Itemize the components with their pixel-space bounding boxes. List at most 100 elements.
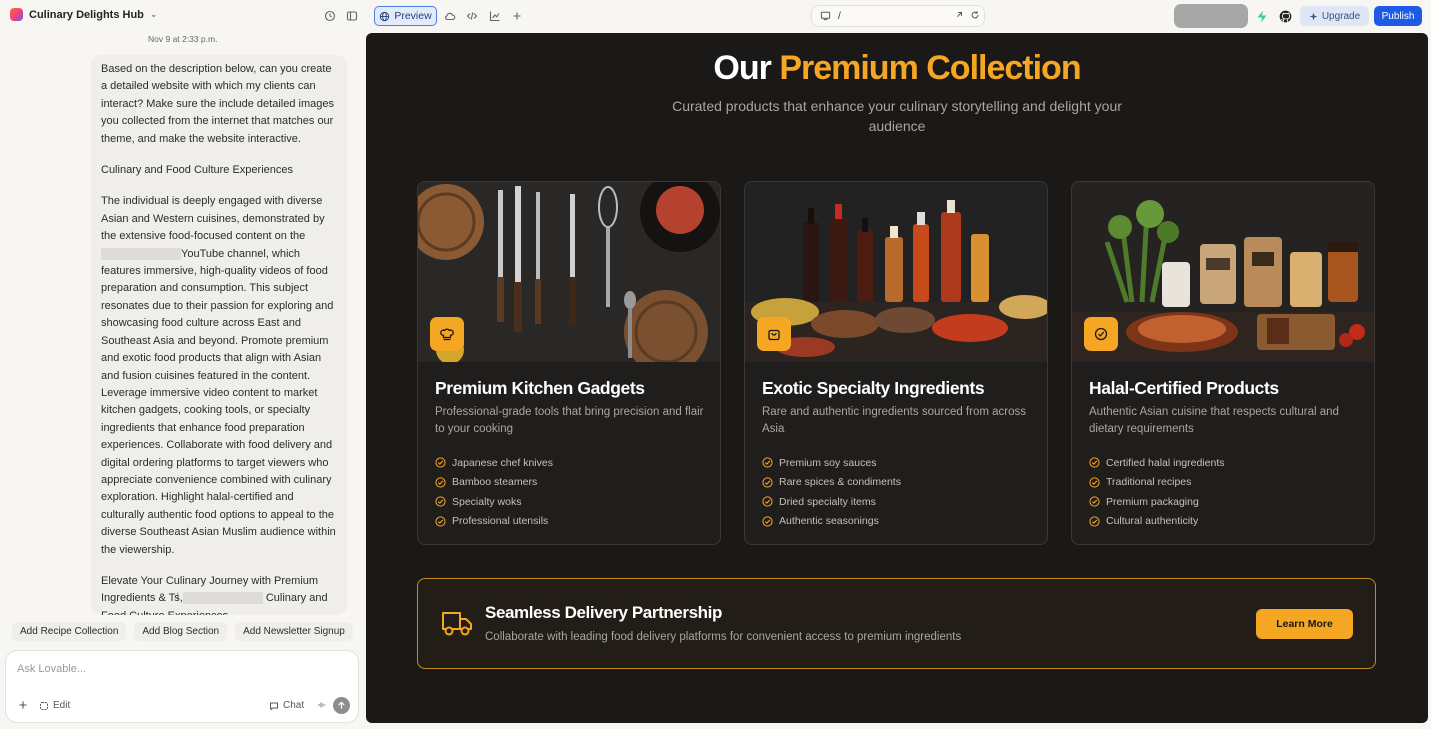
supabase-icon[interactable] [1255,9,1269,23]
feature-label: Dried specialty items [779,495,876,508]
check-circle-icon [762,516,773,527]
upgrade-button[interactable]: Upgrade [1300,6,1369,26]
delivery-partnership-banner: Seamless Delivery Partnership Collaborat… [417,578,1376,669]
check-circle-icon [762,457,773,468]
message-paragraph: Based on the description below, can you … [101,63,334,145]
open-external-icon[interactable] [954,10,964,23]
code-icon[interactable] [465,9,479,23]
chat-icon [270,702,278,710]
top-bar: Culinary Delights Hub ⌄ Preview / Upgrad… [0,0,1431,32]
user-avatar[interactable] [1174,4,1248,28]
card-title: Premium Kitchen Gadgets [435,378,645,398]
suggestion-chips: Add Recipe Collection Add Blog Section A… [12,622,353,641]
check-circle-icon [762,477,773,488]
send-button[interactable] [333,697,350,714]
feature-item: Traditional recipes [1089,473,1224,493]
feature-item: Dried specialty items [762,492,901,512]
edit-button[interactable]: Edit [39,700,70,711]
redacted-text [182,592,263,605]
feature-list: Premium soy sauces Rare spices & condime… [762,453,901,531]
learn-more-button[interactable]: Learn More [1256,609,1353,639]
refresh-icon[interactable] [970,10,980,23]
preview-button[interactable]: Preview [374,6,437,26]
card-description: Authentic Asian cuisine that respects cu… [1089,406,1339,435]
check-circle-icon [435,516,446,527]
feature-list: Japanese chef knives Bamboo steamers Spe… [435,453,553,531]
title-accent-text: Premium Collection [779,49,1081,87]
project-name: Culinary Delights Hub [29,8,144,21]
feature-item: Cultural authenticity [1089,512,1224,532]
device-toggle-icon[interactable] [820,10,831,24]
url-path[interactable]: / [838,11,841,22]
banner-title: Seamless Delivery Partnership [485,603,722,622]
suggestion-add-recipe-collection[interactable]: Add Recipe Collection [12,622,127,641]
feature-label: Premium soy sauces [779,456,877,469]
feature-label: Bamboo steamers [452,476,538,489]
publish-button[interactable]: Publish [1374,6,1422,26]
message-paragraph: The individual is deeply engaged with di… [101,193,337,559]
feature-item: Premium soy sauces [762,453,901,473]
product-card-halal-products[interactable]: Halal-Certified Products Authentic Asian… [1071,181,1375,545]
message-paragraph: Culinary and Food Culture Experiences [101,164,293,177]
chef-hat-icon [430,317,464,351]
add-icon[interactable] [510,9,524,23]
suggestion-add-blog-section[interactable]: Add Blog Section [134,622,228,641]
feature-item: Rare spices & condiments [762,473,901,493]
feature-label: Premium packaging [1106,495,1199,508]
preview-label: Preview [394,10,432,22]
badge-check-icon [1084,317,1118,351]
attach-icon[interactable] [18,700,28,710]
feature-item: Premium packaging [1089,492,1224,512]
feature-label: Certified halal ingredients [1106,456,1225,469]
user-message: Based on the description below, can you … [91,55,347,615]
globe-icon [380,11,390,21]
edit-icon [40,701,48,710]
section-title: Our Premium Collection [366,49,1428,88]
check-circle-icon [1089,457,1100,468]
message-paragraph: Elevate Your Culinary Journey with Premi… [101,573,337,615]
shopping-bag-icon [757,317,791,351]
feature-label: Traditional recipes [1106,476,1192,489]
check-circle-icon [1089,477,1100,488]
lovable-logo-icon [10,8,23,21]
title-text: Our [713,49,780,87]
feature-item: Japanese chef knives [435,453,553,473]
chat-input[interactable]: Ask Lovable... [17,663,86,675]
github-icon[interactable] [1278,9,1292,23]
product-card-specialty-ingredients[interactable]: Exotic Specialty Ingredients Rare and au… [744,181,1048,545]
feature-item: Authentic seasonings [762,512,901,532]
check-circle-icon [762,496,773,507]
check-circle-icon [435,496,446,507]
card-description: Rare and authentic ingredients sourced f… [762,406,1027,435]
feature-label: Cultural authenticity [1106,515,1199,528]
url-bar[interactable]: / [811,5,985,27]
feature-item: Bamboo steamers [435,473,553,493]
chat-mode-button[interactable]: Chat [269,700,304,711]
feature-label: Rare spices & condiments [779,476,901,489]
section-subtitle: Curated products that enhance your culin… [672,98,1122,134]
voice-icon[interactable] [317,700,327,710]
sidebar-toggle-icon[interactable] [345,9,359,23]
check-circle-icon [1089,496,1100,507]
message-text: YouTube channel, which features immersiv… [101,247,336,556]
message-timestamp: Nov 9 at 2:33 p.m. [148,34,218,44]
card-title: Halal-Certified Products [1089,378,1279,398]
chat-composer[interactable]: Ask Lovable... Edit Chat [5,650,359,723]
suggestion-add-newsletter-signup[interactable]: Add Newsletter Signup [235,622,353,641]
redacted-text [101,247,181,260]
card-description: Professional-grade tools that bring prec… [435,406,704,435]
history-icon[interactable] [323,9,337,23]
scroll-down-icon[interactable]: ↓ [175,588,181,602]
feature-label: Japanese chef knives [452,456,553,469]
banner-description: Collaborate with leading food delivery p… [485,631,962,643]
feature-list: Certified halal ingredients Traditional … [1089,453,1224,531]
project-switcher[interactable]: Culinary Delights Hub ⌄ [10,8,157,21]
analytics-icon[interactable] [488,9,502,23]
cloud-icon[interactable] [443,9,457,23]
upgrade-label: Upgrade [1321,10,1361,22]
feature-item: Certified halal ingredients [1089,453,1224,473]
product-card-kitchen-gadgets[interactable]: Premium Kitchen Gadgets Professional-gra… [417,181,721,545]
check-circle-icon [1089,516,1100,527]
feature-label: Specialty woks [452,495,522,508]
feature-item: Specialty woks [435,492,553,512]
